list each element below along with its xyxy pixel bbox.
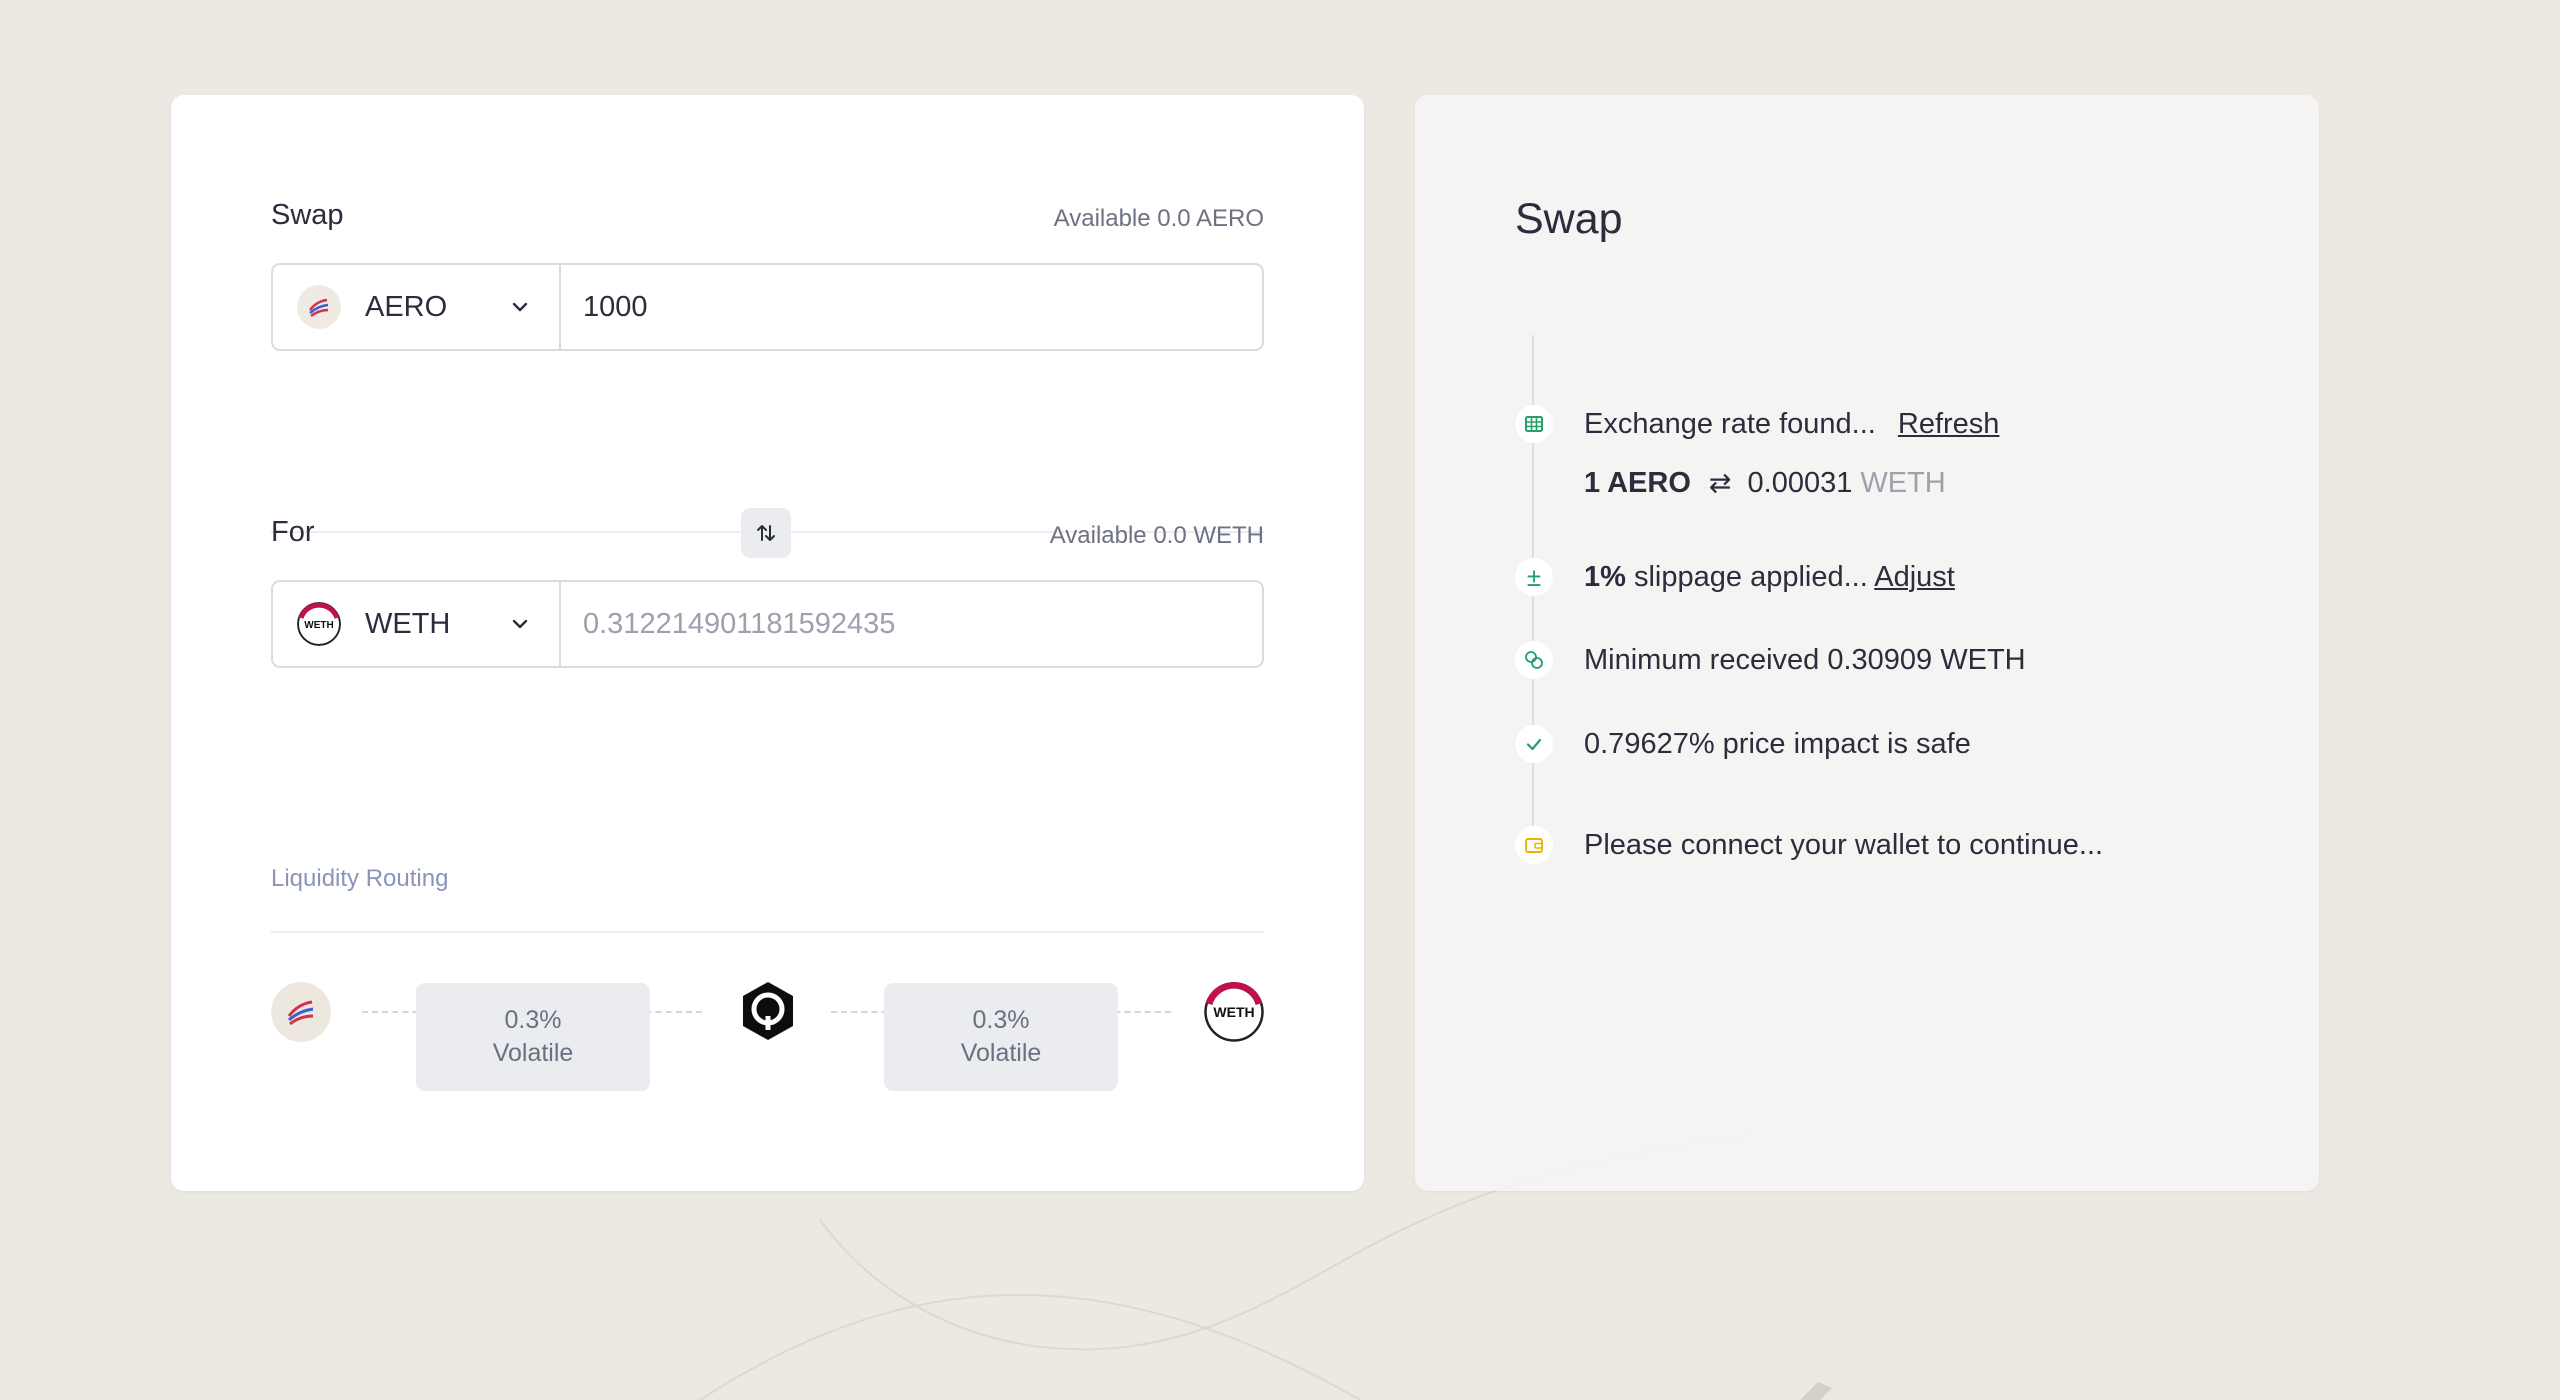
pool-protocol-icon — [743, 982, 793, 1040]
to-token-select[interactable]: WETH WETH — [273, 582, 561, 666]
weth-token-icon: WETH — [297, 602, 341, 646]
connect-wallet-text: Please connect your wallet to continue..… — [1584, 828, 2104, 861]
refresh-link[interactable]: Refresh — [1898, 408, 2000, 440]
swap-arrows-icon — [757, 525, 775, 541]
liquidity-routing-label: Liquidity Routing — [271, 865, 449, 892]
for-label: For — [271, 516, 315, 548]
step-price-impact: 0.79627% price impact is safe — [1515, 725, 1971, 763]
weth-logo-text: WETH — [1213, 1004, 1254, 1020]
weth-token-icon: WETH — [1204, 982, 1264, 1042]
from-amount-input[interactable] — [561, 265, 1262, 349]
coins-icon — [1515, 641, 1553, 679]
exchange-arrows-icon: ⇄ — [1708, 468, 1732, 498]
routing-divider — [271, 931, 1264, 933]
from-token-box: AERO — [271, 263, 1264, 351]
chevron-down-icon — [512, 302, 528, 312]
step-minimum-received: Minimum received 0.30909 WETH — [1515, 641, 2026, 679]
adjust-link[interactable]: Adjust — [1874, 561, 1955, 593]
to-available-balance: Available 0.0 WETH — [1049, 522, 1264, 549]
chevron-down-icon — [512, 619, 528, 629]
table-icon — [1515, 405, 1553, 443]
swap-card: Swap Available 0.0 AERO AERO For Availab… — [171, 95, 1364, 1191]
exchange-rate-text: Exchange rate found... — [1584, 407, 1876, 440]
hop-pool-info: 0.3% Volatile — [416, 983, 650, 1091]
rate-value: 0.00031 — [1747, 467, 1853, 499]
hop-fee: 0.3% — [504, 1006, 562, 1034]
minimum-received-text: Minimum received 0.30909 WETH — [1584, 643, 2026, 676]
swap-summary-card: Swap Exchange rate found... Refresh 1 AE… — [1415, 95, 2319, 1191]
step-exchange-rate: Exchange rate found... Refresh — [1515, 405, 1999, 443]
wallet-icon — [1515, 826, 1553, 864]
rate-unit: WETH — [1860, 467, 1946, 499]
slippage-value: 1% — [1584, 560, 1626, 593]
rate-from: 1 AERO — [1584, 467, 1691, 499]
from-token-name: AERO — [365, 290, 448, 323]
summary-title: Swap — [1515, 195, 1623, 243]
check-icon — [1515, 725, 1553, 763]
step-slippage: ± 1% slippage applied... Adjust — [1515, 558, 1955, 596]
aero-token-icon — [297, 285, 341, 329]
svg-text:WETH: WETH — [304, 620, 333, 631]
plus-minus-icon: ± — [1515, 558, 1553, 596]
from-available-balance: Available 0.0 AERO — [1053, 205, 1264, 232]
swap-label: Swap — [271, 199, 344, 231]
price-impact-text: 0.79627% price impact is safe — [1584, 727, 1971, 760]
exchange-rate-line: 1 AERO ⇄ 0.00031 WETH — [1584, 467, 1946, 500]
from-token-select[interactable]: AERO — [273, 265, 561, 349]
step-connect-wallet: Please connect your wallet to continue..… — [1515, 826, 2103, 864]
switch-tokens-button[interactable] — [741, 508, 791, 558]
hop-type: Volatile — [492, 1039, 574, 1067]
aero-token-icon — [271, 982, 331, 1042]
to-token-box: WETH WETH 0.312214901181592435 — [271, 580, 1264, 668]
hop-fee: 0.3% — [972, 1006, 1030, 1034]
hop-type: Volatile — [960, 1039, 1042, 1067]
slippage-text: slippage applied... — [1633, 560, 1868, 593]
hop-pool-info: 0.3% Volatile — [884, 983, 1118, 1091]
to-token-name: WETH — [365, 607, 451, 640]
to-amount-output: 0.312214901181592435 — [583, 607, 896, 640]
